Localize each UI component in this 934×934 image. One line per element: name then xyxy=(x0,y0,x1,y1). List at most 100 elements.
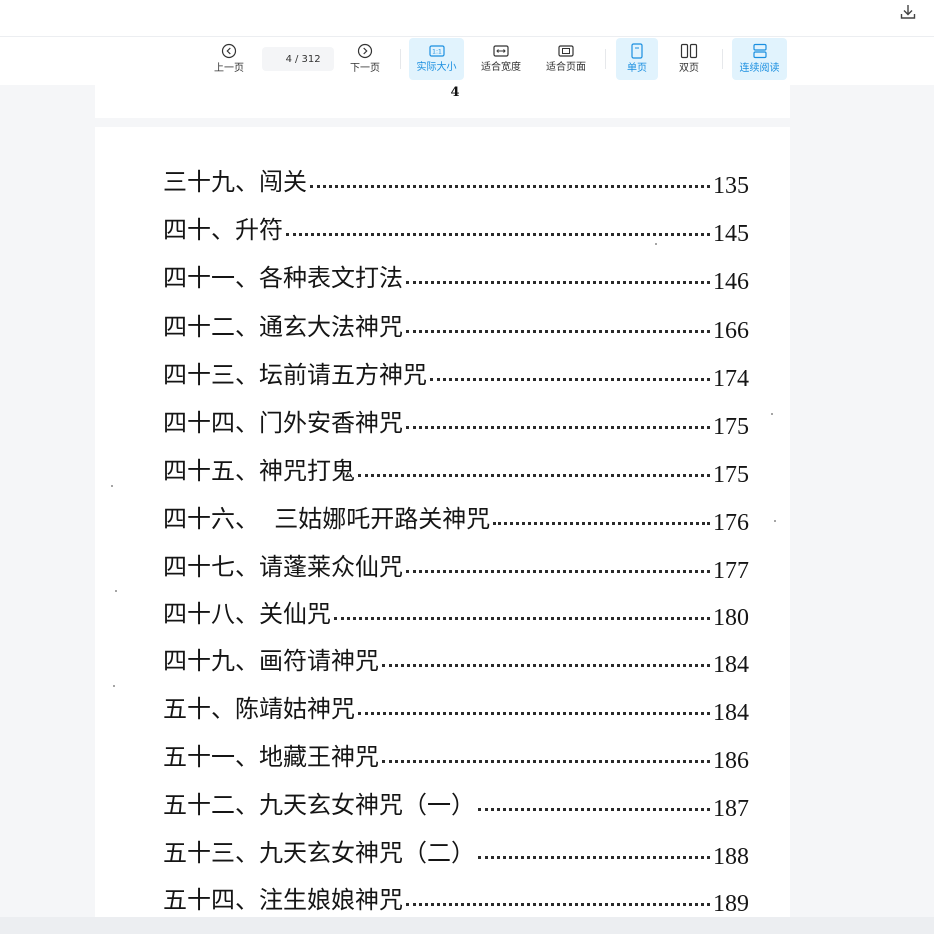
toc-leader-dots xyxy=(382,760,710,763)
toc-title: 五十、陈靖姑神咒 xyxy=(163,695,355,723)
toc-page: 175 xyxy=(713,462,749,488)
top-bar xyxy=(0,0,934,37)
toc-leader-dots xyxy=(406,426,710,429)
toc-title: 四十九、画符请神咒 xyxy=(163,647,379,675)
fit-page-label: 适合页面 xyxy=(546,62,586,73)
toolbar-divider xyxy=(605,49,606,69)
toc-entry: 四十六、 三姑娜吒开路关神咒 176 xyxy=(163,500,749,536)
toc-page: 186 xyxy=(713,748,749,774)
toc-title: 五十三、九天玄女神咒（二） xyxy=(163,839,475,867)
current-page-input[interactable] xyxy=(262,53,292,65)
toc-leader-dots xyxy=(358,712,710,715)
toc-leader-dots xyxy=(358,474,710,477)
toolbar-divider xyxy=(400,49,401,69)
next-page-button[interactable]: 下一页 xyxy=(344,38,386,80)
double-page-label: 双页 xyxy=(679,63,699,74)
toc-page: 184 xyxy=(713,652,749,678)
toc-leader-dots xyxy=(406,570,710,573)
toc-title: 五十一、地藏王神咒 xyxy=(163,743,379,771)
fit-width-label: 适合宽度 xyxy=(481,62,521,73)
download-icon xyxy=(900,5,916,19)
toc-leader-dots xyxy=(406,281,710,284)
download-button[interactable] xyxy=(896,0,920,24)
single-page-icon xyxy=(631,43,643,59)
toc-entry: 五十、陈靖姑神咒 184 xyxy=(163,690,749,726)
bottom-scroll-area xyxy=(0,917,934,934)
toc-title: 五十四、注生娘娘神咒 xyxy=(163,886,403,914)
toc-page: 175 xyxy=(713,414,749,440)
scan-speck xyxy=(655,243,657,245)
toc-entry: 三十九、闯关 135 xyxy=(163,163,749,199)
fit-width-icon xyxy=(493,45,509,57)
fit-width-button[interactable]: 适合宽度 xyxy=(475,38,527,80)
chevron-left-circle-icon xyxy=(221,43,237,59)
toc-title: 三十九、闯关 xyxy=(163,168,307,196)
scan-speck xyxy=(774,520,776,522)
toc-title: 四十、升符 xyxy=(163,216,283,244)
toc-page: 176 xyxy=(713,510,749,536)
toc-leader-dots xyxy=(382,664,710,667)
total-pages: / 312 xyxy=(295,53,321,65)
continuous-reading-label: 连续阅读 xyxy=(739,63,780,74)
toc-leader-dots xyxy=(493,522,710,525)
continuous-reading-button[interactable]: 连续阅读 xyxy=(732,38,787,80)
toc-entry: 四十二、通玄大法神咒 166 xyxy=(163,308,749,344)
toc-title: 四十一、各种表文打法 xyxy=(163,264,403,292)
toc-leader-dots xyxy=(478,808,710,811)
viewer-toolbar: 上一页 / 312 下一页 1:1 实际大小 适合宽度 适合页面 xyxy=(0,37,934,85)
toc-leader-dots xyxy=(334,617,710,620)
scan-speck xyxy=(115,590,117,592)
toc-title: 四十二、通玄大法神咒 xyxy=(163,313,403,341)
toc-page: 188 xyxy=(713,844,749,870)
toc-entry: 五十一、地藏王神咒 186 xyxy=(163,738,749,774)
toc-entry: 四十五、神咒打鬼 175 xyxy=(163,452,749,488)
toc-entry: 五十二、九天玄女神咒（一） 187 xyxy=(163,786,749,822)
double-page-button[interactable]: 双页 xyxy=(668,38,710,80)
toc-page: 180 xyxy=(713,605,749,631)
svg-text:1:1: 1:1 xyxy=(432,49,442,56)
fit-page-icon xyxy=(558,45,574,57)
toc-title: 五十二、九天玄女神咒（一） xyxy=(163,791,475,819)
actual-size-button[interactable]: 1:1 实际大小 xyxy=(409,38,464,80)
document-viewer[interactable]: 4 三十九、闯关 135 四十、升符 145 四十一、各种表文打法 146 四十… xyxy=(0,85,934,917)
continuous-scroll-icon xyxy=(752,43,767,59)
page-number: 4 xyxy=(450,85,460,100)
scan-speck xyxy=(111,485,113,487)
actual-size-icon: 1:1 xyxy=(428,45,445,57)
toc-page: 166 xyxy=(713,318,749,344)
single-page-label: 单页 xyxy=(627,63,647,74)
toc-entry: 五十三、九天玄女神咒（二） 188 xyxy=(163,834,749,870)
document-page: 三十九、闯关 135 四十、升符 145 四十一、各种表文打法 146 四十二、… xyxy=(95,127,790,917)
prev-page-label: 上一页 xyxy=(214,63,244,74)
toc-entry: 四十九、画符请神咒 184 xyxy=(163,642,749,678)
toc-page: 174 xyxy=(713,366,749,392)
double-page-icon xyxy=(680,43,698,59)
toc-leader-dots xyxy=(286,233,710,236)
toc-page: 187 xyxy=(713,796,749,822)
toc-page: 189 xyxy=(713,891,749,917)
chevron-right-circle-icon xyxy=(357,43,373,59)
toc-entry: 五十四、注生娘娘神咒 189 xyxy=(163,881,749,917)
toc-title: 四十七、请蓬莱众仙咒 xyxy=(163,553,403,581)
toc-leader-dots xyxy=(406,330,710,333)
page-indicator: / 312 xyxy=(262,47,334,71)
next-page-label: 下一页 xyxy=(350,63,380,74)
toc-leader-dots xyxy=(310,185,710,188)
toc-page: 146 xyxy=(713,269,749,295)
toc-entry: 四十三、坛前请五方神咒 174 xyxy=(163,356,749,392)
toc-page: 135 xyxy=(713,173,749,199)
scan-speck xyxy=(771,413,773,415)
prev-page-button[interactable]: 上一页 xyxy=(208,38,250,80)
toc-entry: 四十、升符 145 xyxy=(163,211,749,247)
toc-page: 145 xyxy=(713,221,749,247)
toc-page: 177 xyxy=(713,558,749,584)
toc-title: 四十四、门外安香神咒 xyxy=(163,409,403,437)
toolbar-divider xyxy=(722,49,723,69)
toc-entry: 四十一、各种表文打法 146 xyxy=(163,259,749,295)
single-page-button[interactable]: 单页 xyxy=(616,38,658,80)
fit-page-button[interactable]: 适合页面 xyxy=(540,38,592,80)
scan-speck xyxy=(113,685,115,687)
toc-entry: 四十七、请蓬莱众仙咒 177 xyxy=(163,548,749,584)
toc-entry: 四十四、门外安香神咒 175 xyxy=(163,404,749,440)
toc-title: 四十六、 三姑娜吒开路关神咒 xyxy=(163,505,491,533)
